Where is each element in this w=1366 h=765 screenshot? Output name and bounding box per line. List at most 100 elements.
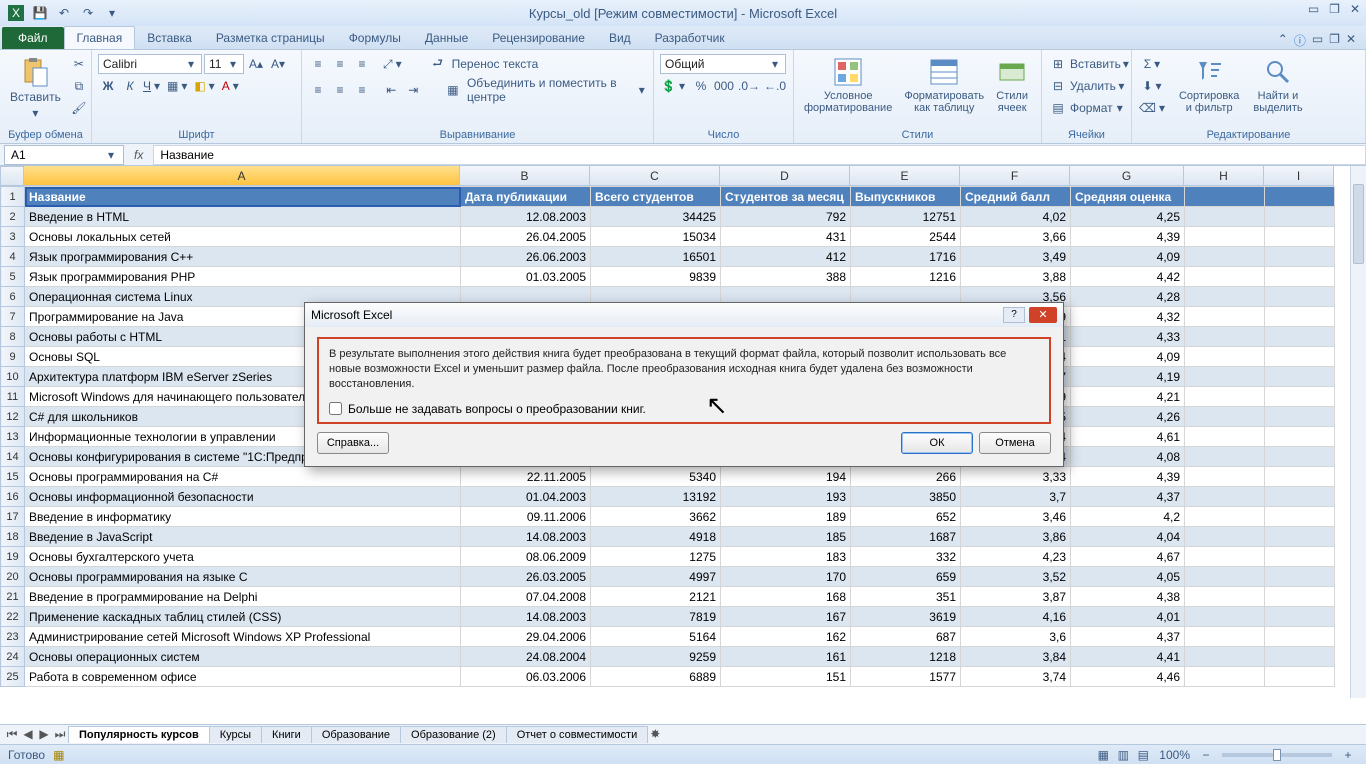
cell[interactable]: 13192 (591, 487, 721, 507)
cell[interactable]: 351 (851, 587, 961, 607)
cell[interactable]: 687 (851, 627, 961, 647)
cell[interactable]: 1577 (851, 667, 961, 687)
cell[interactable]: 4,39 (1071, 227, 1185, 247)
delete-cells-icon[interactable]: ⊟ (1048, 76, 1068, 96)
view-page-layout-icon[interactable]: ▥ (1113, 745, 1133, 765)
row-header[interactable]: 6 (1, 287, 25, 307)
cell[interactable]: Студентов за месяц (721, 187, 851, 207)
zoom-level[interactable]: 100% (1159, 748, 1190, 762)
cell[interactable]: 4,28 (1071, 287, 1185, 307)
cell[interactable]: 15034 (591, 227, 721, 247)
sheet-tab[interactable]: Книги (261, 726, 312, 743)
cell[interactable] (1185, 207, 1265, 227)
cell[interactable]: 3,88 (961, 267, 1071, 287)
ok-button[interactable]: ОК (901, 432, 973, 454)
cell[interactable]: 3,7 (961, 487, 1071, 507)
cell[interactable]: Работа в современном офисе (25, 667, 461, 687)
comma-icon[interactable]: 000 (713, 76, 735, 96)
cell[interactable] (1265, 447, 1335, 467)
cell[interactable] (1265, 467, 1335, 487)
cell[interactable]: 4,21 (1071, 387, 1185, 407)
increase-indent-icon[interactable]: ⇥ (403, 80, 423, 100)
qat-dropdown-icon[interactable]: ▾ (102, 3, 122, 23)
cell[interactable] (1185, 627, 1265, 647)
cell[interactable]: Администрирование сетей Microsoft Window… (25, 627, 461, 647)
cell[interactable] (1185, 507, 1265, 527)
align-bottom-icon[interactable]: ≡ (352, 54, 372, 74)
cell[interactable]: Средняя оценка (1071, 187, 1185, 207)
row-header[interactable]: 10 (1, 367, 25, 387)
cell[interactable]: 12751 (851, 207, 961, 227)
row-header[interactable]: 21 (1, 587, 25, 607)
cell[interactable]: 4,01 (1071, 607, 1185, 627)
vertical-scrollbar[interactable] (1350, 166, 1366, 698)
cell[interactable]: 162 (721, 627, 851, 647)
cell[interactable] (1265, 667, 1335, 687)
cell[interactable]: 6889 (591, 667, 721, 687)
cell[interactable]: 2544 (851, 227, 961, 247)
name-box[interactable]: A1▾ (4, 145, 124, 165)
col-header[interactable]: B (460, 166, 590, 186)
cell[interactable]: 3,33 (961, 467, 1071, 487)
cell[interactable]: 266 (851, 467, 961, 487)
cell[interactable] (1265, 367, 1335, 387)
cell[interactable]: Введение в программирование на Delphi (25, 587, 461, 607)
cell[interactable]: 4,09 (1071, 347, 1185, 367)
cell[interactable]: 4,23 (961, 547, 1071, 567)
percent-icon[interactable]: % (691, 76, 711, 96)
select-all-cell[interactable] (0, 166, 24, 186)
cell[interactable] (1265, 587, 1335, 607)
cell[interactable] (1185, 467, 1265, 487)
cell[interactable]: 4,32 (1071, 307, 1185, 327)
cell[interactable]: 1716 (851, 247, 961, 267)
cell[interactable]: 4,09 (1071, 247, 1185, 267)
cell[interactable] (1265, 327, 1335, 347)
cell[interactable] (1185, 447, 1265, 467)
font-name-combo[interactable]: Calibri▾ (98, 54, 202, 74)
cell[interactable]: 4,2 (1071, 507, 1185, 527)
cell[interactable]: 2121 (591, 587, 721, 607)
tab-file[interactable]: Файл (2, 27, 64, 49)
row-header[interactable]: 1 (1, 187, 25, 207)
cell[interactable]: 34425 (591, 207, 721, 227)
cell[interactable] (1265, 287, 1335, 307)
cell[interactable] (1185, 647, 1265, 667)
decrease-indent-icon[interactable]: ⇤ (381, 80, 401, 100)
clear-icon[interactable]: ⌫▾ (1138, 98, 1169, 118)
cell[interactable] (1265, 387, 1335, 407)
cell[interactable]: 4,19 (1071, 367, 1185, 387)
cell[interactable] (1265, 267, 1335, 287)
cell[interactable] (1185, 327, 1265, 347)
underline-icon[interactable]: Ч▾ (142, 76, 164, 96)
tab-formulas[interactable]: Формулы (337, 27, 413, 49)
cell[interactable] (1265, 347, 1335, 367)
cell[interactable]: 29.04.2006 (461, 627, 591, 647)
sheet-tab[interactable]: Отчет о совместимости (506, 726, 649, 743)
tab-insert[interactable]: Вставка (135, 27, 204, 49)
cell[interactable]: 659 (851, 567, 961, 587)
tab-view[interactable]: Вид (597, 27, 643, 49)
sheet-tab[interactable]: Образование (2) (400, 726, 507, 743)
cell[interactable] (1185, 487, 1265, 507)
row-header[interactable]: 20 (1, 567, 25, 587)
close-icon[interactable]: ✕ (1350, 2, 1360, 16)
dialog-close-icon[interactable]: ✕ (1029, 307, 1057, 323)
view-normal-icon[interactable]: ▦ (1093, 745, 1113, 765)
new-sheet-icon[interactable]: ✸ (647, 727, 663, 743)
row-header[interactable]: 15 (1, 467, 25, 487)
tab-layout[interactable]: Разметка страницы (204, 27, 337, 49)
cell[interactable]: 4,37 (1071, 627, 1185, 647)
row-header[interactable]: 5 (1, 267, 25, 287)
cell[interactable]: 151 (721, 667, 851, 687)
format-as-table-button[interactable]: Форматировать как таблицу (900, 54, 988, 116)
align-middle-icon[interactable]: ≡ (330, 54, 350, 74)
row-header[interactable]: 14 (1, 447, 25, 467)
tab-nav-last-icon[interactable]: ⏭ (52, 727, 68, 743)
cell[interactable]: 3,86 (961, 527, 1071, 547)
row-header[interactable]: 22 (1, 607, 25, 627)
cell[interactable]: Применение каскадных таблиц стилей (CSS) (25, 607, 461, 627)
zoom-in-icon[interactable]: + (1338, 745, 1358, 765)
cell[interactable]: Основы программирования на языке C (25, 567, 461, 587)
tab-developer[interactable]: Разработчик (643, 27, 737, 49)
col-header[interactable]: E (850, 166, 960, 186)
